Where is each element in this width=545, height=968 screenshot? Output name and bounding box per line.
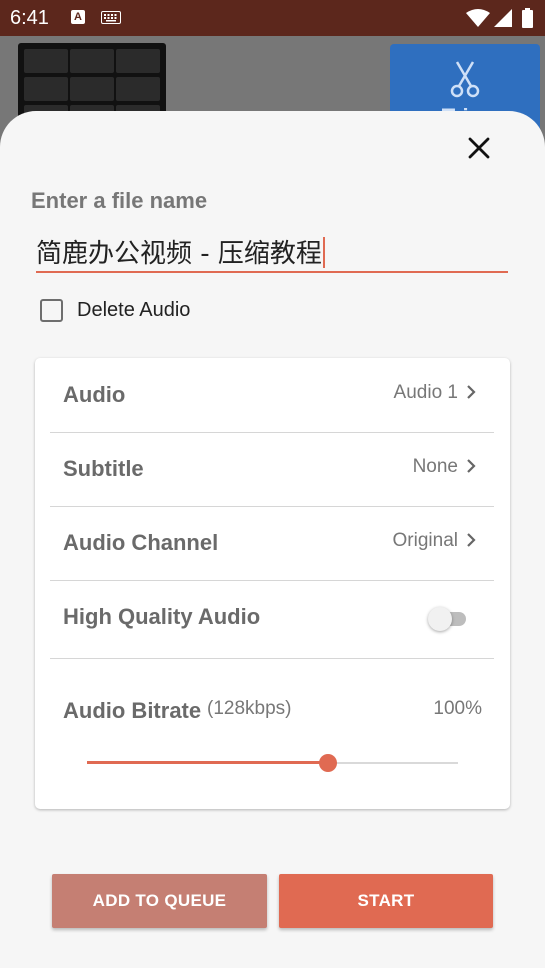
chevron-right-icon xyxy=(467,385,476,399)
start-button[interactable]: START xyxy=(279,874,493,928)
chevron-right-icon xyxy=(467,533,476,547)
wifi-icon xyxy=(466,9,490,32)
text-cursor xyxy=(322,237,325,268)
subtitle-value: None xyxy=(412,456,458,477)
audio-track-row[interactable]: Audio Audio 1 xyxy=(50,358,494,433)
status-bar: 6:41 A xyxy=(0,0,545,36)
audio-channel-row[interactable]: Audio Channel Original xyxy=(50,506,494,581)
file-name-label: Enter a file name xyxy=(31,188,208,213)
audio-bitrate-percent: 100% xyxy=(433,698,482,719)
signal-icon xyxy=(494,9,512,32)
delete-audio-option[interactable]: Delete Audio xyxy=(40,295,190,325)
close-icon xyxy=(468,137,490,159)
a-notification-icon: A xyxy=(71,10,85,24)
delete-audio-checkbox[interactable] xyxy=(40,298,63,322)
scissors-icon xyxy=(450,61,480,98)
chevron-right-icon xyxy=(467,459,476,473)
convert-settings-sheet: Enter a file name 简鹿办公视频 - 压缩教程 Delete A… xyxy=(0,111,545,968)
delete-audio-label: Delete Audio xyxy=(77,298,191,321)
audio-channel-value: Original xyxy=(392,530,458,551)
high-quality-audio-label: High Quality Audio xyxy=(63,604,261,629)
audio-bitrate-slider[interactable] xyxy=(87,753,458,773)
keyboard-icon xyxy=(101,11,121,29)
status-time: 6:41 xyxy=(10,7,49,29)
subtitle-label: Subtitle xyxy=(63,456,144,481)
file-name-input[interactable]: 简鹿办公视频 - 压缩教程 xyxy=(36,227,508,273)
audio-bitrate-label: Audio Bitrate xyxy=(63,698,202,723)
audio-bitrate-kbps: (128kbps) xyxy=(207,698,292,719)
high-quality-audio-row: High Quality Audio xyxy=(50,580,494,659)
battery-icon xyxy=(522,8,533,33)
add-to-queue-button[interactable]: ADD TO QUEUE xyxy=(52,874,267,928)
slider-knob[interactable] xyxy=(319,754,338,772)
audio-track-value: Audio 1 xyxy=(393,382,458,403)
audio-channel-label: Audio Channel xyxy=(63,530,219,555)
audio-track-label: Audio xyxy=(63,382,126,407)
toggle-thumb xyxy=(428,607,452,631)
high-quality-audio-toggle[interactable] xyxy=(428,604,468,632)
slider-fill xyxy=(87,761,329,764)
close-button[interactable] xyxy=(462,131,496,165)
file-name-value: 简鹿办公视频 - 压缩教程 xyxy=(36,239,322,269)
subtitle-row[interactable]: Subtitle None xyxy=(50,432,494,507)
audio-settings-card: Audio Audio 1 Subtitle None Audio Channe… xyxy=(35,358,510,809)
